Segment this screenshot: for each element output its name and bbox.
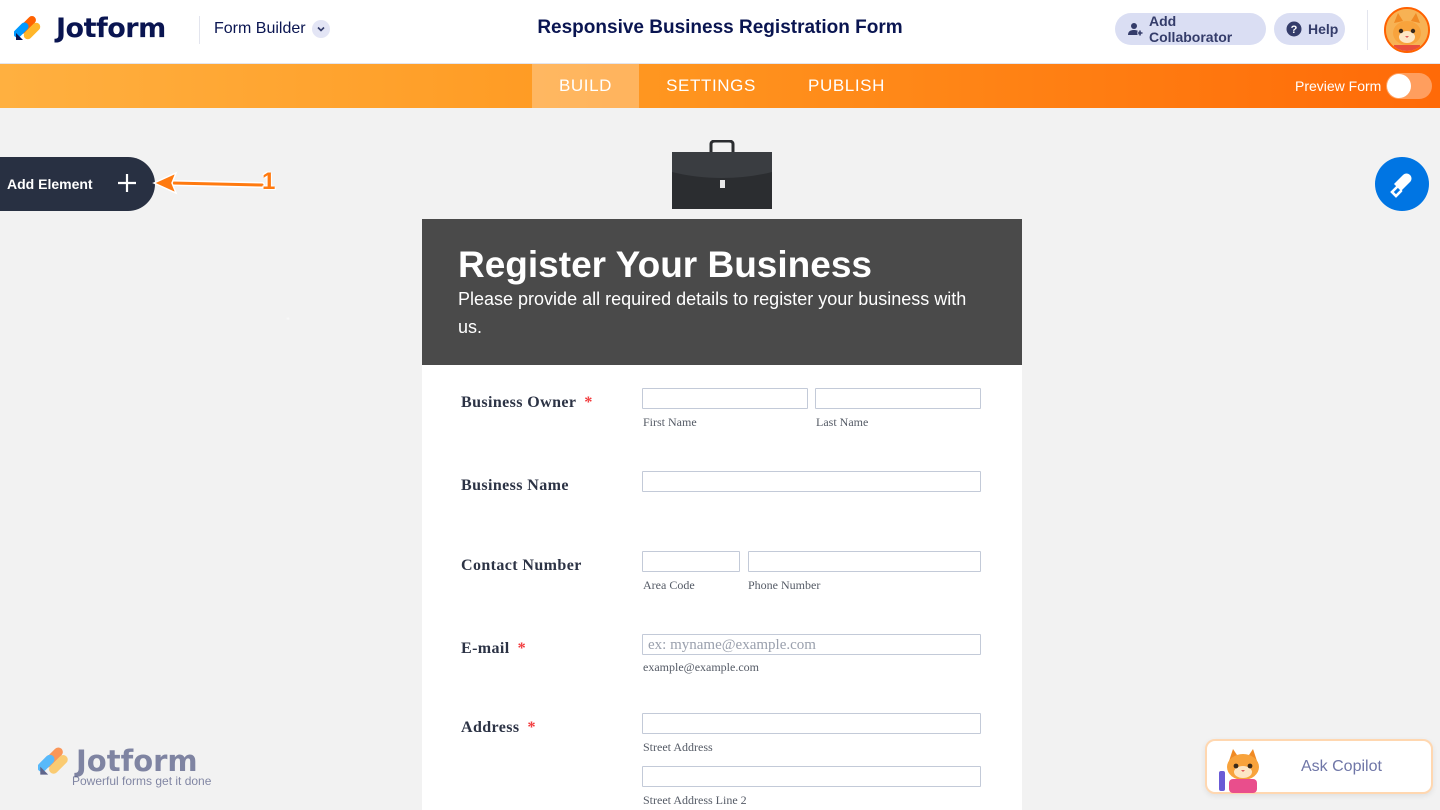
header-divider xyxy=(199,16,200,44)
contact-number-label[interactable]: Contact Number xyxy=(461,557,582,575)
preview-form-toggle[interactable] xyxy=(1386,73,1432,99)
user-avatar[interactable] xyxy=(1384,7,1430,53)
form-header[interactable]: Register Your Business Please provide al… xyxy=(422,219,1022,365)
ask-copilot-button[interactable]: Ask Copilot xyxy=(1205,739,1433,794)
jotform-logo[interactable]: Jotform xyxy=(14,11,166,45)
briefcase-icon xyxy=(672,140,772,209)
watermark-tagline: Powerful forms get it done xyxy=(72,774,212,788)
annotation-number: 1 xyxy=(262,168,276,195)
add-user-icon xyxy=(1127,21,1143,37)
required-marker: * xyxy=(527,719,536,736)
paint-roller-icon xyxy=(1390,173,1412,198)
email-input[interactable]: ex: myname@example.com xyxy=(642,634,981,655)
business-owner-text: Business Owner xyxy=(461,394,577,411)
header-divider-right xyxy=(1367,10,1368,50)
form-designer-button[interactable] xyxy=(1375,157,1429,211)
email-label[interactable]: E-mail * xyxy=(461,640,526,658)
last-name-input[interactable] xyxy=(815,388,981,409)
email-sublabel: example@example.com xyxy=(643,660,760,674)
form-subheading: Please provide all required details to r… xyxy=(458,289,967,337)
chevron-down-icon xyxy=(311,20,330,38)
svg-text:?: ? xyxy=(1291,24,1298,36)
street-address-sublabel: Street Address xyxy=(643,740,713,754)
area-code-sublabel: Area Code xyxy=(643,578,695,592)
help-icon: ? xyxy=(1286,21,1302,37)
form-body: Business Owner * First Name Last Name Bus… xyxy=(422,365,1022,810)
street-address-line2-input[interactable] xyxy=(642,766,981,787)
copilot-cat-icon xyxy=(1219,749,1259,793)
business-name-label[interactable]: Business Name xyxy=(461,477,569,495)
help-button[interactable]: ? Help xyxy=(1274,13,1345,45)
annotation-arrow-icon xyxy=(152,171,265,195)
first-name-input[interactable] xyxy=(642,388,808,409)
business-owner-label[interactable]: Business Owner * xyxy=(461,394,593,412)
required-marker: * xyxy=(517,640,527,657)
email-placeholder: ex: myname@example.com xyxy=(648,637,816,653)
preview-form-label: Preview Form xyxy=(1295,78,1382,94)
last-name-sublabel: Last Name xyxy=(816,415,869,429)
address-label[interactable]: Address * xyxy=(461,719,536,737)
top-header: Jotform Form Builder Responsive Business… xyxy=(0,0,1440,64)
form-heading: Register Your Business xyxy=(458,244,872,285)
add-collaborator-label: Add Collaborator xyxy=(1149,13,1233,45)
ask-copilot-label: Ask Copilot xyxy=(1301,758,1382,775)
help-label: Help xyxy=(1308,21,1339,37)
street-address-input[interactable] xyxy=(642,713,981,734)
tab-settings[interactable]: SETTINGS xyxy=(650,64,772,108)
cat-avatar-icon xyxy=(1386,9,1428,51)
add-element-label: Add Element xyxy=(7,176,93,192)
tab-build[interactable]: BUILD xyxy=(532,64,639,108)
plus-icon xyxy=(118,174,136,192)
form-builder-label: Form Builder xyxy=(214,20,306,37)
required-marker: * xyxy=(584,394,593,411)
street-address-line2-sublabel: Street Address Line 2 xyxy=(643,793,747,807)
jotform-watermark: Jotform Powerful forms get it done xyxy=(38,744,211,788)
address-text: Address xyxy=(461,719,520,736)
toggle-knob xyxy=(1387,74,1411,98)
first-name-sublabel: First Name xyxy=(643,415,697,429)
jotform-logo-icon xyxy=(14,16,41,40)
watermark-wordmark: Jotform xyxy=(76,744,198,778)
jotform-wordmark: Jotform xyxy=(56,12,166,44)
form-title: Responsive Business Registration Form xyxy=(537,17,903,38)
form-builder-menu[interactable]: Form Builder xyxy=(214,18,330,40)
phone-number-input[interactable] xyxy=(748,551,981,572)
business-name-input[interactable] xyxy=(642,471,981,492)
tab-publish[interactable]: PUBLISH xyxy=(795,64,898,108)
add-collaborator-button[interactable]: Add Collaborator xyxy=(1115,13,1266,45)
email-text: E-mail xyxy=(461,640,510,657)
phone-number-sublabel: Phone Number xyxy=(748,578,821,592)
add-element-button[interactable]: Add Element xyxy=(0,157,155,211)
area-code-input[interactable] xyxy=(642,551,740,572)
jotform-watermark-icon xyxy=(38,747,68,775)
builder-nav: BUILD SETTINGS PUBLISH Preview Form xyxy=(0,64,1440,108)
